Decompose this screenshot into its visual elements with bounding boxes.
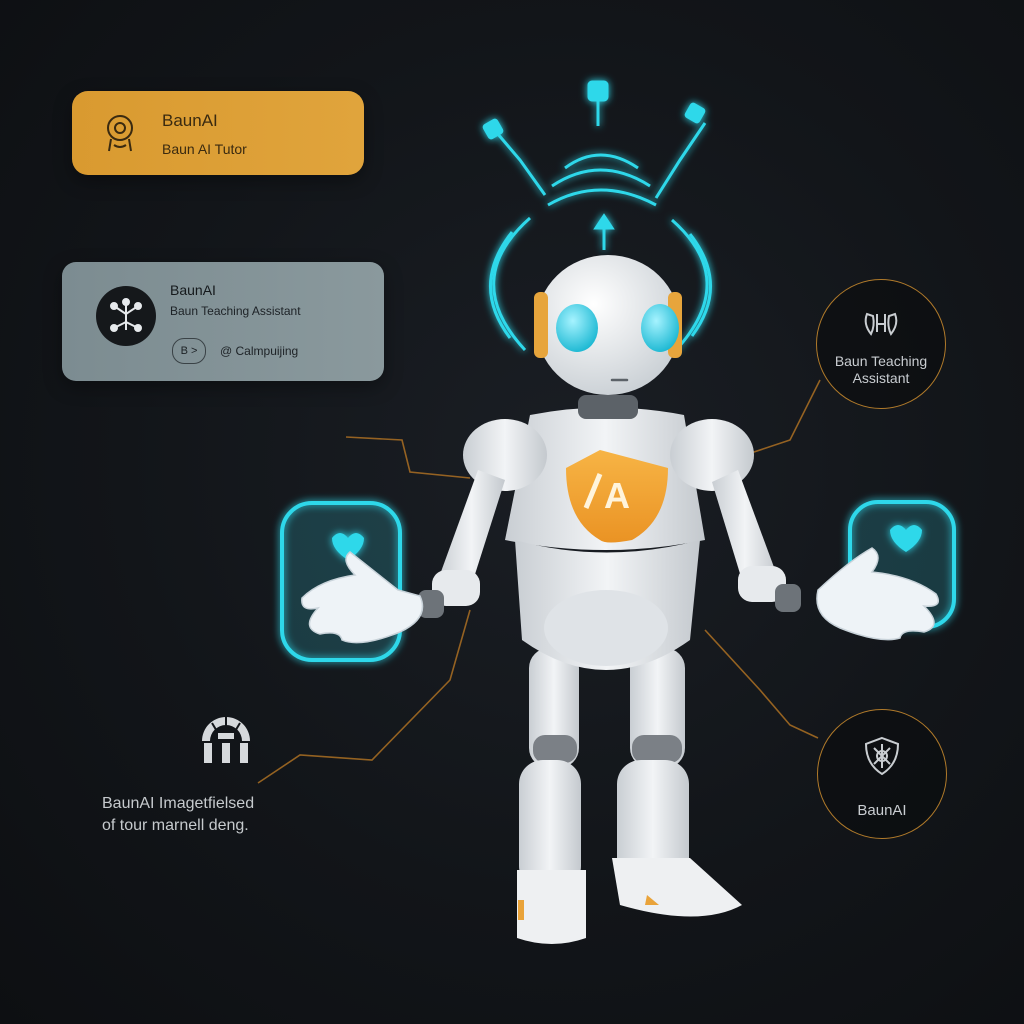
shield-network-icon (864, 736, 900, 776)
expand-pill-button[interactable]: B > (172, 338, 206, 364)
badge-teaching-assistant[interactable]: Baun Teaching Assistant (816, 279, 946, 409)
arch-fan-icon (202, 717, 250, 763)
badge-baunai[interactable]: BaunAI (817, 709, 947, 839)
card-title: BaunAI (170, 282, 216, 298)
tag-label: @ Calmpuijing (220, 344, 299, 358)
chest-logo-text: A (604, 475, 630, 516)
brain-head-icon (107, 115, 133, 152)
caption-line1: BaunAI Imagetfielsed (102, 795, 255, 812)
heart-hands-icon (864, 312, 898, 336)
card-baun-ai-tutor[interactable]: BaunAI Baun AI Tutor (72, 91, 364, 175)
caption-line2: of tour marnell deng. (102, 817, 249, 834)
card-title: BaunAI (162, 111, 218, 130)
caption-text: BaunAI Imagetfielsed of tour marnell den… (102, 793, 312, 837)
badge-label: BaunAI (857, 802, 907, 819)
card-subtitle: Baun Teaching Assistant (170, 304, 301, 318)
badge-label-line1: Baun Teaching (834, 353, 928, 369)
badge-label: Baun Teaching Assistant (817, 353, 945, 387)
card-baun-teaching-assistant[interactable]: BaunAI Baun Teaching Assistant B > @ Cal… (62, 262, 384, 381)
card-subtitle: Baun AI Tutor (162, 141, 247, 157)
badge-label-line2: Assistant (852, 370, 910, 386)
avatar (96, 286, 156, 346)
scene: A BaunAI Baun AI Tutor BaunAI Baun Teach… (0, 0, 1024, 1024)
network-avatar-icon (110, 298, 142, 332)
